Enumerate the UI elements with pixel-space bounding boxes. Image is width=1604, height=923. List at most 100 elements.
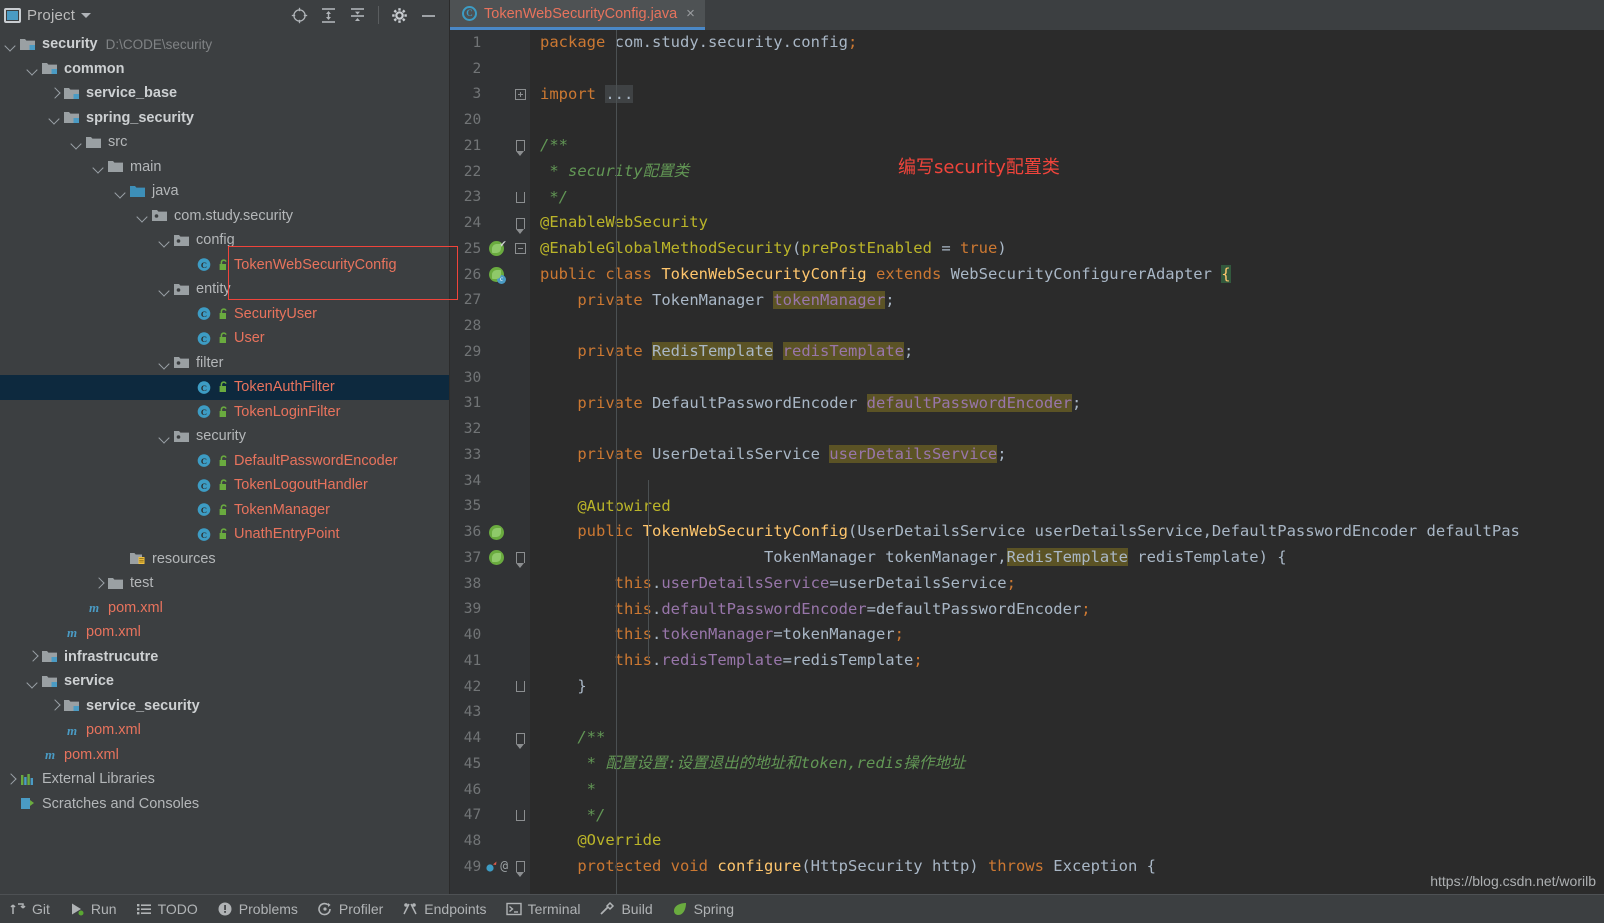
gutter-line-3[interactable]: 3 xyxy=(450,82,530,108)
tree-item-entity[interactable]: entity xyxy=(0,277,449,302)
tree-item-security[interactable]: security D:\CODE\security xyxy=(0,32,449,57)
code-line-35[interactable]: @Autowired xyxy=(530,494,1604,520)
code-line-23[interactable]: */ xyxy=(530,185,1604,211)
gutter-marker[interactable] xyxy=(483,524,510,540)
gutter-line-37[interactable]: 37 xyxy=(450,545,530,571)
tree-item-main[interactable]: main xyxy=(0,155,449,180)
tree-item-src[interactable]: src xyxy=(0,130,449,155)
tree-item-user[interactable]: C User xyxy=(0,326,449,351)
fold-region-start-icon[interactable] xyxy=(515,552,525,569)
code-line-20[interactable] xyxy=(530,107,1604,133)
tree-item-infrastrucutre[interactable]: infrastrucutre xyxy=(0,645,449,670)
project-panel-title-group[interactable]: Project xyxy=(4,7,92,24)
gutter-line-31[interactable]: 31 xyxy=(450,391,530,417)
code-content[interactable]: 编写security配置类 package com.study.security… xyxy=(530,30,1604,894)
chevron-right-icon[interactable] xyxy=(92,577,105,590)
gutter-line-29[interactable]: 29 xyxy=(450,339,530,365)
code-line-22[interactable]: * security配置类 xyxy=(530,159,1604,185)
minimize-icon[interactable] xyxy=(420,7,437,24)
expand-all-icon[interactable] xyxy=(320,7,337,24)
code-line-34[interactable] xyxy=(530,468,1604,494)
gutter-line-23[interactable]: 23 xyxy=(450,185,530,211)
chevron-down-icon[interactable] xyxy=(26,62,39,75)
gutter-line-28[interactable]: 28 xyxy=(450,313,530,339)
fold-region-end-icon[interactable] xyxy=(515,681,525,693)
gutter-line-30[interactable]: 30 xyxy=(450,365,530,391)
fold-control[interactable] xyxy=(510,861,530,878)
tree-item-scratches-and-consoles[interactable]: Scratches and Consoles xyxy=(0,792,449,817)
gutter-line-2[interactable]: 2 xyxy=(450,56,530,82)
tree-item-external-libraries[interactable]: External Libraries xyxy=(0,767,449,792)
close-icon[interactable]: × xyxy=(684,6,695,21)
code-line-41[interactable]: this.redisTemplate=redisTemplate; xyxy=(530,648,1604,674)
gutter-line-39[interactable]: 39 xyxy=(450,597,530,623)
fold-control[interactable] xyxy=(510,732,530,749)
tree-item-pom-xml[interactable]: m pom.xml xyxy=(0,743,449,768)
spring-bean-icon[interactable]: c xyxy=(489,267,507,285)
chevron-down-icon[interactable] xyxy=(158,430,171,443)
fold-control[interactable] xyxy=(510,681,530,693)
code-line-24[interactable]: @EnableWebSecurity xyxy=(530,210,1604,236)
status-bar-item-build[interactable]: Build xyxy=(593,901,665,917)
gutter-line-46[interactable]: 46 xyxy=(450,777,530,803)
fold-control[interactable] xyxy=(510,88,530,100)
gutter-line-34[interactable]: 34 xyxy=(450,468,530,494)
chevron-right-icon[interactable] xyxy=(26,650,39,663)
code-line-46[interactable]: * xyxy=(530,777,1604,803)
gutter-marker[interactable]: @ xyxy=(483,859,510,874)
tree-item-tokenmanager[interactable]: C TokenManager xyxy=(0,498,449,523)
fold-control[interactable] xyxy=(510,191,530,203)
gutter-line-35[interactable]: 35 xyxy=(450,494,530,520)
chevron-down-icon[interactable] xyxy=(4,38,17,51)
code-line-42[interactable]: } xyxy=(530,674,1604,700)
gutter-line-27[interactable]: 27 xyxy=(450,288,530,314)
chevron-down-icon[interactable] xyxy=(92,160,105,173)
tree-item-filter[interactable]: filter xyxy=(0,351,449,376)
gutter-line-40[interactable]: 40 xyxy=(450,622,530,648)
chevron-down-icon[interactable] xyxy=(81,12,92,18)
fold-control[interactable] xyxy=(510,552,530,569)
fold-region-start-icon[interactable] xyxy=(515,140,525,157)
code-line-38[interactable]: this.userDetailsService=userDetailsServi… xyxy=(530,571,1604,597)
tree-item-service-base[interactable]: service_base xyxy=(0,81,449,106)
chevron-right-icon[interactable] xyxy=(48,699,61,712)
tree-item-test[interactable]: test xyxy=(0,571,449,596)
editor-gutter[interactable]: 1 2 3 20 21 22 23 24 25 ✔ 26 c 27 28 29 30 31 32 33 34 35 36 3… xyxy=(450,30,530,894)
code-line-40[interactable]: this.tokenManager=tokenManager; xyxy=(530,622,1604,648)
fold-control[interactable] xyxy=(510,140,530,157)
tree-item-defaultpasswordencoder[interactable]: C DefaultPasswordEncoder xyxy=(0,449,449,474)
locate-icon[interactable] xyxy=(291,7,308,24)
tree-item-spring-security[interactable]: spring_security xyxy=(0,106,449,131)
tree-item-tokenloginfilter[interactable]: C TokenLoginFilter xyxy=(0,400,449,425)
gutter-line-20[interactable]: 20 xyxy=(450,107,530,133)
code-line-31[interactable]: private DefaultPasswordEncoder defaultPa… xyxy=(530,391,1604,417)
gutter-line-24[interactable]: 24 xyxy=(450,210,530,236)
chevron-right-icon[interactable] xyxy=(48,87,61,100)
code-editor[interactable]: 1 2 3 20 21 22 23 24 25 ✔ 26 c 27 28 29 30 31 32 33 34 35 36 3… xyxy=(450,30,1604,894)
tree-item-pom-xml[interactable]: m pom.xml xyxy=(0,596,449,621)
fold-control[interactable] xyxy=(510,809,530,821)
fold-region-start-icon[interactable] xyxy=(515,217,525,234)
gutter-line-48[interactable]: 48 xyxy=(450,828,530,854)
code-line-39[interactable]: this.defaultPasswordEncoder=defaultPassw… xyxy=(530,597,1604,623)
code-line-27[interactable]: private TokenManager tokenManager; xyxy=(530,288,1604,314)
fold-collapse-icon[interactable] xyxy=(514,243,526,255)
gutter-line-41[interactable]: 41 xyxy=(450,648,530,674)
gutter-marker[interactable]: c xyxy=(483,267,510,285)
editor-tab-tokenwebsecurityconfig[interactable]: C TokenWebSecurityConfig.java × xyxy=(450,0,705,30)
tree-item-service-security[interactable]: service_security xyxy=(0,694,449,719)
tree-item-java[interactable]: java xyxy=(0,179,449,204)
code-line-26[interactable]: public class TokenWebSecurityConfig exte… xyxy=(530,262,1604,288)
chevron-right-icon[interactable] xyxy=(4,773,17,786)
code-line-3[interactable]: import ... xyxy=(530,82,1604,108)
code-line-2[interactable] xyxy=(530,56,1604,82)
code-line-1[interactable]: package com.study.security.config; xyxy=(530,30,1604,56)
gutter-line-26[interactable]: 26 c xyxy=(450,262,530,288)
chevron-down-icon[interactable] xyxy=(158,234,171,247)
fold-region-end-icon[interactable] xyxy=(515,809,525,821)
chevron-down-icon[interactable] xyxy=(48,111,61,124)
override-method-icon[interactable] xyxy=(485,860,498,873)
code-line-28[interactable] xyxy=(530,313,1604,339)
tree-item-security[interactable]: security xyxy=(0,424,449,449)
gutter-line-36[interactable]: 36 xyxy=(450,519,530,545)
